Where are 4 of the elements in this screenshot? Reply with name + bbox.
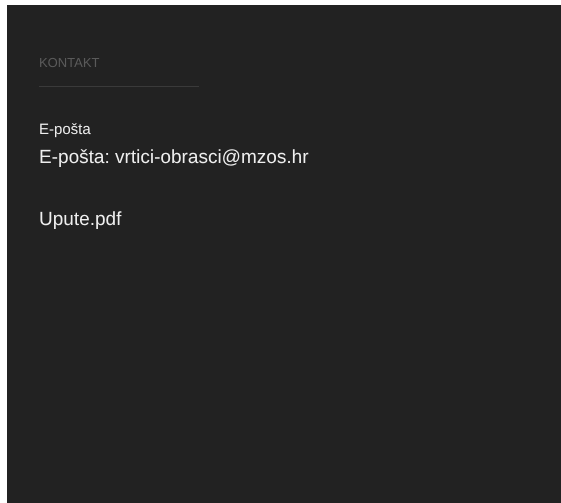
email-label: E-pošta [39, 120, 91, 140]
section-title: KONTAKT [39, 54, 100, 72]
pdf-link[interactable]: Upute.pdf [39, 207, 122, 233]
email-line: E-pošta: vrtici-obrasci@mzos.hr [39, 146, 309, 170]
